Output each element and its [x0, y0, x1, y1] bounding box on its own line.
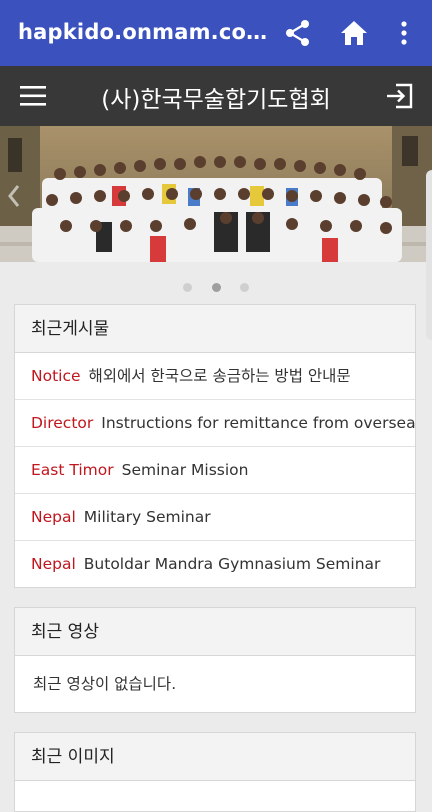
post-title: Military Seminar — [83, 508, 211, 526]
recent-posts-panel: 최근게시물 Notice 해외에서 한국으로 송금하는 방법 안내문 Directo… — [14, 304, 416, 588]
post-row[interactable]: East Timor Seminar Mission — [15, 447, 415, 494]
post-title: 해외에서 한국으로 송금하는 방법 안내문 — [88, 367, 351, 385]
recent-images-heading: 최근 이미지 — [15, 733, 415, 781]
home-icon[interactable] — [338, 17, 370, 49]
recent-posts-heading: 최근게시물 — [15, 305, 415, 353]
recent-videos-panel: 최근 영상 최근 영상이 없습니다. — [14, 607, 416, 713]
post-title: Butoldar Mandra Gymnasium Seminar — [83, 555, 381, 573]
post-row[interactable]: Director Instructions for remittance from… — [15, 400, 415, 447]
post-title: Instructions for remittance from oversea… — [101, 414, 415, 432]
carousel-indicator[interactable] — [0, 277, 432, 296]
app-bar: hapkido.onmam.co… — [0, 0, 432, 66]
recent-posts-list: Notice 해외에서 한국으로 송금하는 방법 안내문 Director Instr… — [15, 353, 415, 588]
post-row[interactable]: Nepal Military Seminar — [15, 494, 415, 541]
carousel-dot-3[interactable] — [239, 283, 249, 292]
post-row[interactable]: Nepal Butoldar Mandra Gymnasium Seminar — [15, 541, 415, 588]
recent-videos-heading: 최근 영상 — [15, 608, 415, 656]
carousel-dot-1[interactable] — [183, 283, 193, 292]
share-icon[interactable] — [282, 17, 314, 49]
post-category: Director — [31, 414, 94, 432]
post-row[interactable]: Notice 해외에서 한국으로 송금하는 방법 안내문 — [15, 353, 415, 400]
app-title: hapkido.onmam.co… — [18, 20, 268, 44]
site-header: (사)한국무술합기도협회 — [0, 66, 432, 126]
post-category: East Timor — [31, 461, 114, 479]
post-category: Nepal — [31, 508, 76, 526]
post-category: Notice — [31, 367, 81, 385]
login-icon[interactable] — [384, 81, 416, 111]
recent-images-panel: 최근 이미지 — [14, 732, 416, 812]
banner-image[interactable] — [0, 126, 432, 262]
post-title: Seminar Mission — [121, 461, 249, 479]
recent-videos-empty-text: 최근 영상이 없습니다. — [33, 675, 177, 693]
post-category: Nepal — [31, 555, 76, 573]
carousel-dot-2[interactable] — [211, 283, 221, 292]
site-title: (사)한국무술합기도협회 — [101, 87, 331, 113]
more-vert-icon[interactable] — [392, 17, 416, 49]
scroll-edge-indicator — [426, 170, 432, 340]
